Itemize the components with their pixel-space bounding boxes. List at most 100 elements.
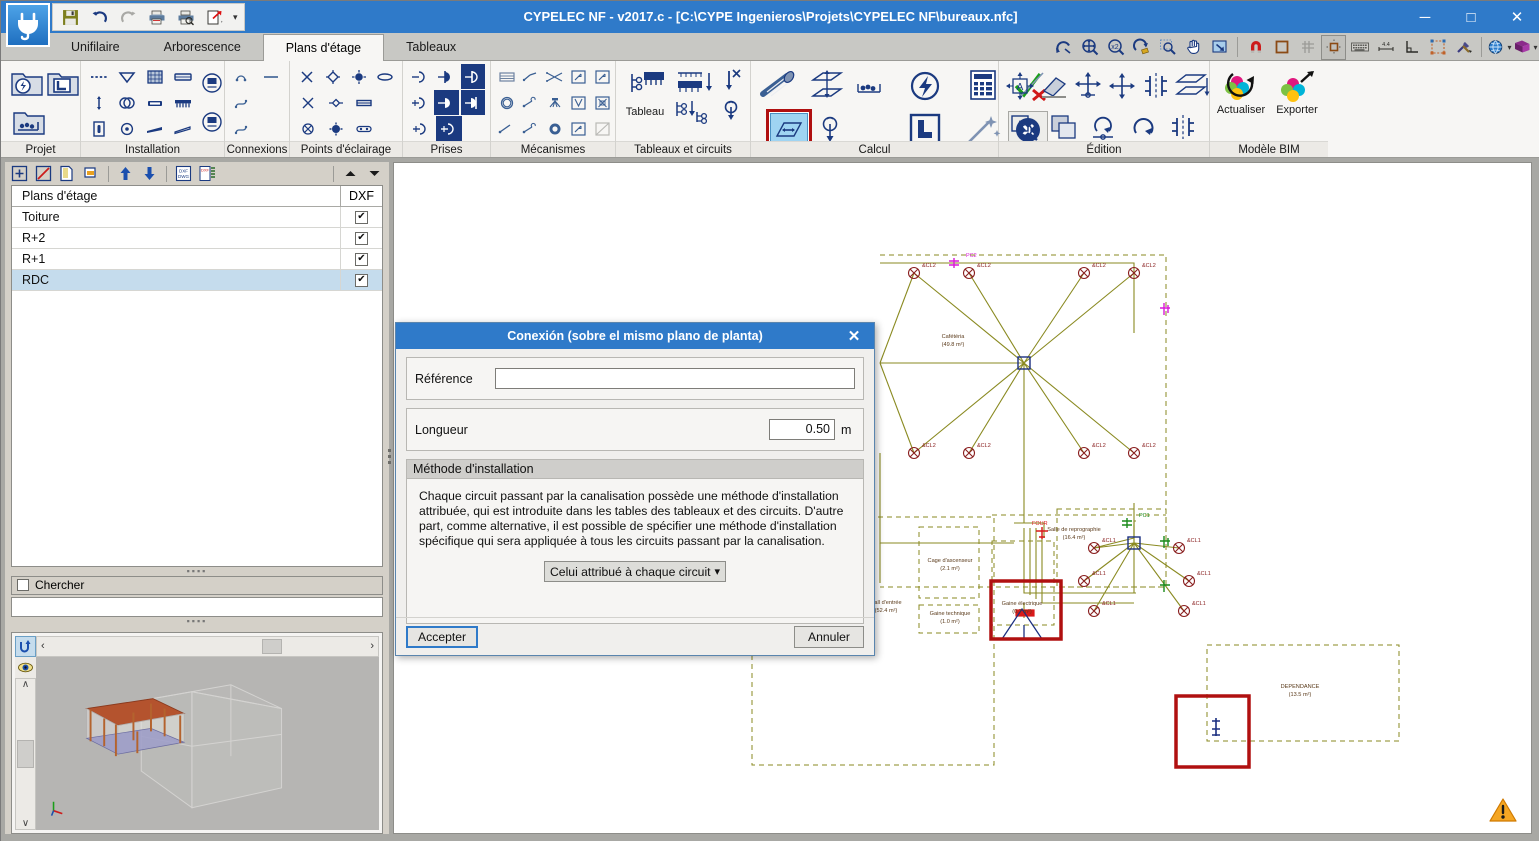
- prise-triple-icon[interactable]: [408, 116, 434, 141]
- prise-terre-pleine-icon[interactable]: [434, 90, 459, 115]
- boitier-special-icon[interactable]: [592, 90, 614, 115]
- ouvrir-projet-icon[interactable]: [46, 64, 80, 102]
- panel-resize-grip-2[interactable]: ▪▪▪▪: [5, 616, 389, 626]
- canalisation-pointillee-icon[interactable]: [86, 64, 112, 89]
- copier-etage-icon[interactable]: [1174, 67, 1210, 105]
- dxf-checkbox[interactable]: ✔: [355, 252, 368, 266]
- table-row[interactable]: R+1 ✔: [12, 248, 382, 271]
- zoom-all-icon[interactable]: [1077, 35, 1102, 60]
- interrupteur-icon[interactable]: [520, 64, 542, 89]
- prise-simple-icon[interactable]: [408, 64, 432, 89]
- inter-double-icon[interactable]: [520, 116, 542, 141]
- redo-icon[interactable]: [117, 6, 139, 28]
- magnet-snap-icon[interactable]: [1243, 35, 1268, 60]
- grille-icon[interactable]: [142, 64, 168, 89]
- expand-down-icon[interactable]: [365, 164, 384, 183]
- scroll-up-arrow[interactable]: ∧: [22, 679, 29, 690]
- view-rotate-icon[interactable]: [1051, 35, 1076, 60]
- maximize-button[interactable]: □: [1448, 1, 1494, 33]
- lampe-noire-icon[interactable]: [323, 116, 349, 141]
- module-icon[interactable]: [142, 90, 168, 115]
- nouveau-projet-icon[interactable]: [10, 64, 44, 102]
- save-icon[interactable]: [59, 6, 81, 28]
- lampe-ovale-icon[interactable]: [373, 64, 397, 89]
- tools-icon[interactable]: [1451, 35, 1476, 60]
- book-manual-icon[interactable]: ▾: [1513, 35, 1538, 60]
- panel-resize-grip[interactable]: ▪▪▪▪: [5, 566, 389, 576]
- actualiser-bim-icon[interactable]: Actualiser: [1215, 68, 1267, 116]
- inter-simple-icon[interactable]: [496, 116, 518, 141]
- zoom-window-icon[interactable]: [1155, 35, 1180, 60]
- triangle-terre-icon[interactable]: [114, 64, 140, 89]
- zoom-previous-icon[interactable]: [1129, 35, 1154, 60]
- compteur-bas-icon[interactable]: [198, 107, 226, 137]
- editer-plan-icon[interactable]: [34, 164, 53, 183]
- scroll-thumb[interactable]: [17, 739, 34, 768]
- deplacer-libre-icon[interactable]: [1106, 67, 1138, 105]
- boitier-vide-icon[interactable]: [592, 116, 614, 141]
- zoom-x2-icon[interactable]: x2: [1103, 35, 1128, 60]
- dxf-checkbox[interactable]: ✔: [355, 273, 368, 287]
- grid-icon[interactable]: [1295, 35, 1320, 60]
- connexion-coude-icon[interactable]: [230, 90, 256, 115]
- tab-plans-detage[interactable]: Plans d'étage: [262, 34, 385, 61]
- preview-horizontal-scrollbar[interactable]: ‹ ›: [36, 635, 379, 657]
- prise-terre-icon[interactable]: [408, 90, 432, 115]
- dialog-close-icon[interactable]: ✕: [834, 323, 874, 349]
- tableau-icon[interactable]: Tableau: [621, 66, 669, 127]
- scroll-down-arrow[interactable]: ∨: [22, 818, 29, 829]
- cercles-icon[interactable]: [114, 90, 140, 115]
- scroll-right-arrow[interactable]: ›: [370, 640, 374, 652]
- boitier-inter-icon[interactable]: [568, 116, 590, 141]
- keyboard-entry-icon[interactable]: [1347, 35, 1372, 60]
- ortho-square-icon[interactable]: [1269, 35, 1294, 60]
- export-icon[interactable]: [204, 6, 226, 28]
- lampe-demi-icon[interactable]: [295, 90, 321, 115]
- deplacer-texte-icon[interactable]: A: [1004, 67, 1036, 105]
- boitier-interrupteur-icon[interactable]: [568, 64, 590, 89]
- peigne-icon[interactable]: [170, 90, 196, 115]
- connexion-arc-icon[interactable]: [230, 64, 256, 89]
- plans-table[interactable]: Plans d'étage DXF Toiture ✔ R+2 ✔ R+1 ✔ …: [11, 185, 383, 567]
- zoom-extents-icon[interactable]: [1207, 35, 1232, 60]
- lampe-pleine-icon[interactable]: [347, 64, 371, 89]
- prise-double-icon[interactable]: [460, 90, 485, 115]
- panel-splitter[interactable]: [387, 438, 392, 474]
- lampe-capsule-icon[interactable]: [351, 116, 377, 141]
- descendre-plan-icon[interactable]: [140, 164, 159, 183]
- anneau-icon[interactable]: [496, 90, 518, 115]
- collapse-up-icon[interactable]: [341, 164, 360, 183]
- gomme-icon[interactable]: [1038, 67, 1070, 105]
- warning-triangle-icon[interactable]: [1489, 797, 1517, 823]
- circuit-derivation-icon[interactable]: [671, 97, 717, 127]
- lampe-cercle-croix-icon[interactable]: [295, 116, 321, 141]
- scroll-thumb-h[interactable]: [262, 638, 282, 654]
- preview-3d-canvas[interactable]: [36, 656, 379, 831]
- boite-icon[interactable]: [86, 116, 112, 141]
- prise-etanche-icon[interactable]: [436, 116, 462, 141]
- undo-icon[interactable]: [88, 6, 110, 28]
- dimension-icon[interactable]: 4.4: [1373, 35, 1398, 60]
- symetrie-icon[interactable]: [1140, 67, 1172, 105]
- boitier-va-et-vient-icon[interactable]: [592, 64, 614, 89]
- va-et-vient-icon[interactable]: [544, 64, 566, 89]
- monter-plan-icon[interactable]: [116, 164, 135, 183]
- search-checkbox[interactable]: [17, 579, 29, 592]
- deplacer-icon[interactable]: [1072, 67, 1104, 105]
- terre-icon[interactable]: [852, 66, 890, 106]
- copier-plan-icon[interactable]: [58, 164, 77, 183]
- search-input[interactable]: [11, 597, 383, 617]
- visibility-eye-icon[interactable]: [15, 657, 36, 678]
- pan-hand-icon[interactable]: [1181, 35, 1206, 60]
- boitier-variateur-icon[interactable]: [568, 90, 590, 115]
- snap-point-icon[interactable]: [1321, 34, 1346, 60]
- selection-box-icon[interactable]: [1425, 35, 1450, 60]
- methode-select[interactable]: Celui attribué à chaque circuit ▾: [544, 561, 726, 582]
- eclair-calcul-icon[interactable]: [902, 66, 948, 106]
- connexion-ligne-icon[interactable]: [258, 64, 284, 89]
- globe-help-icon[interactable]: ▾: [1487, 35, 1512, 60]
- exporter-bim-icon[interactable]: Exporter: [1271, 68, 1323, 116]
- cercle-plein-icon[interactable]: [544, 116, 566, 141]
- lampe-petite-icon[interactable]: [323, 90, 349, 115]
- bouton-poussoir-icon[interactable]: [520, 90, 542, 115]
